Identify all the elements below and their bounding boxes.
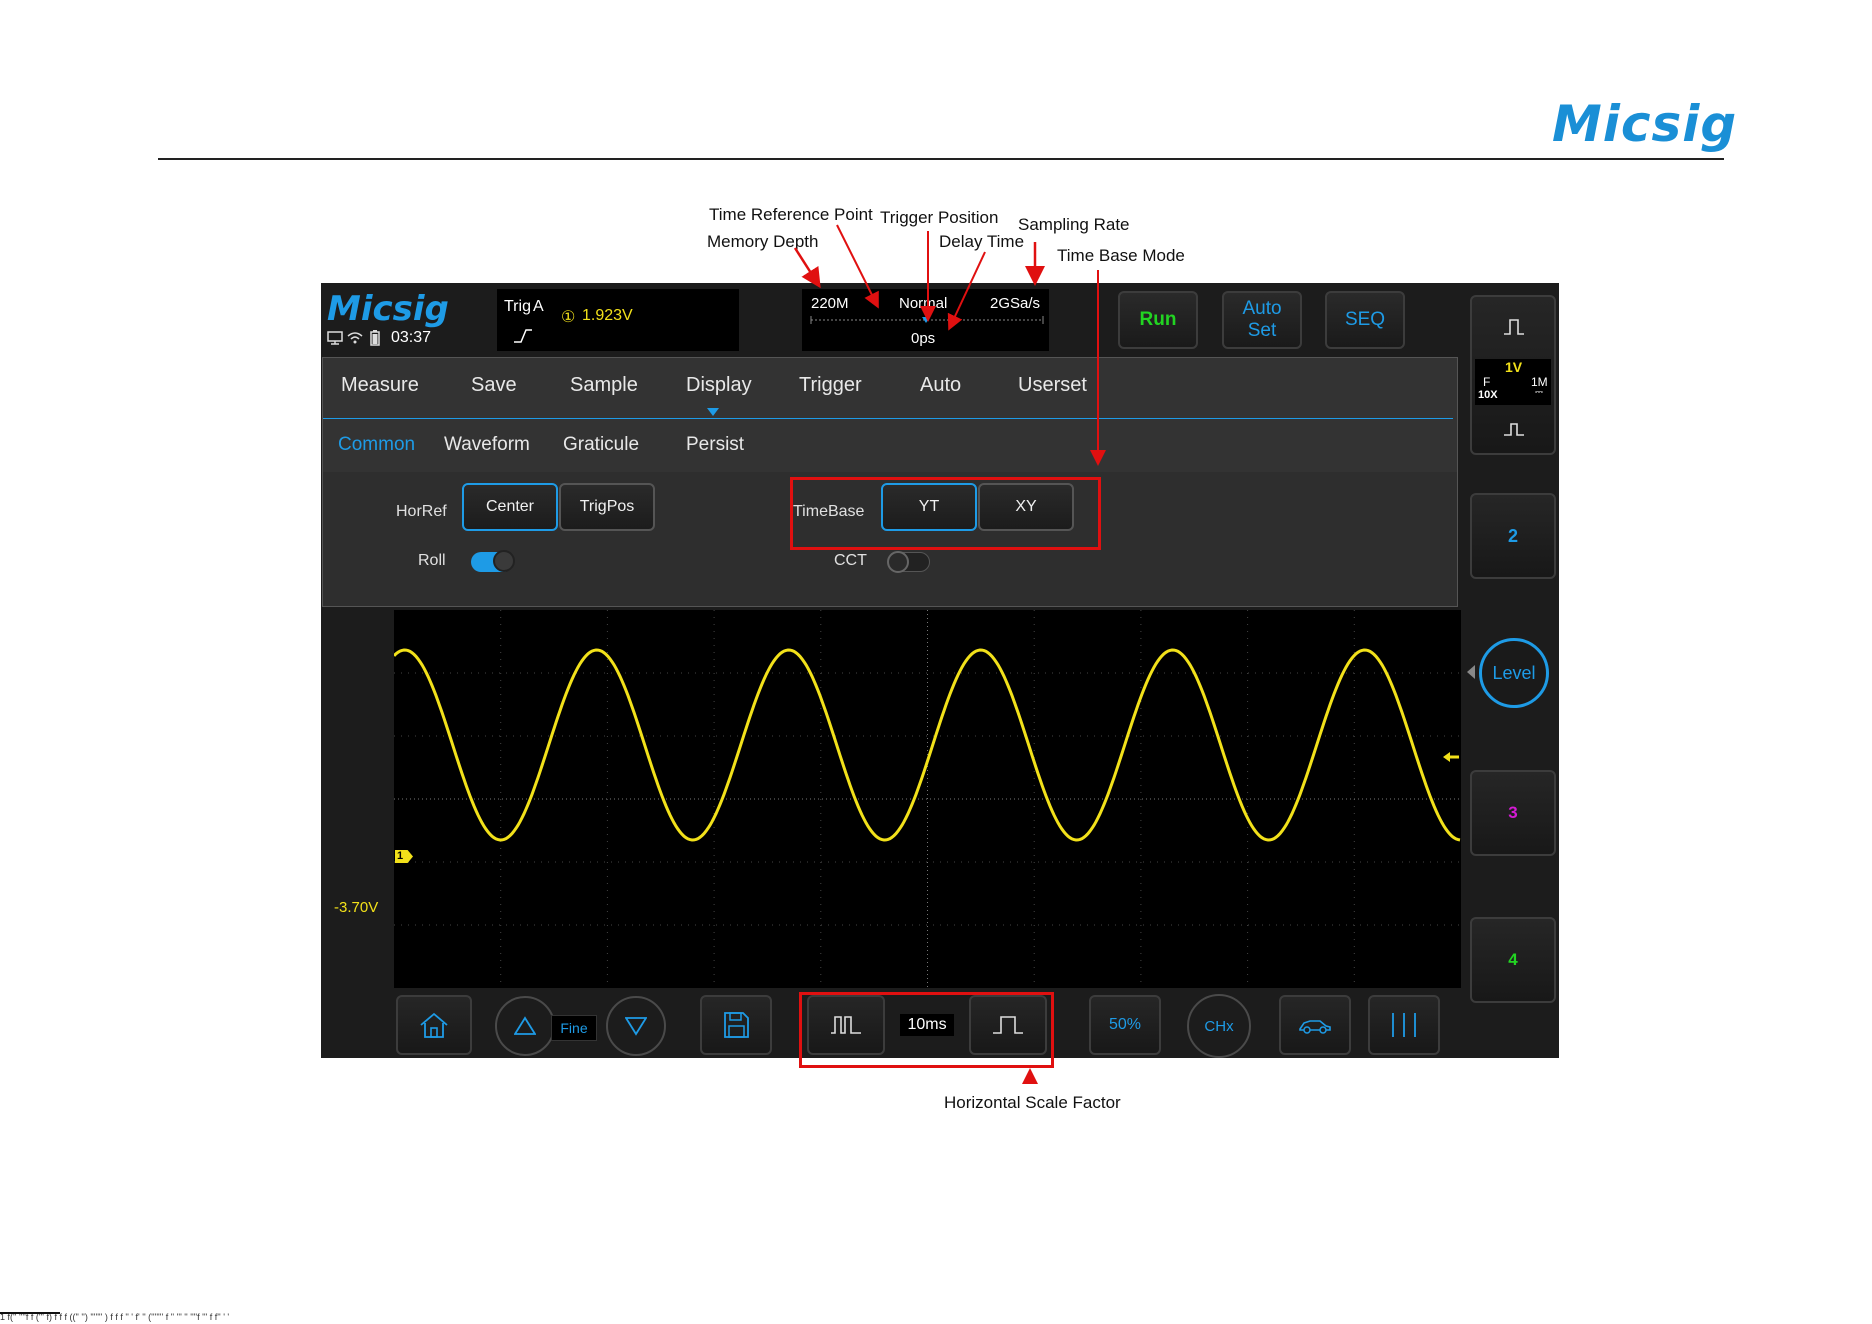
annotation-arrows xyxy=(793,224,1106,1084)
footer-rule xyxy=(0,1312,60,1314)
page-footer-fragment: 1 f('' ''''f f (''' f) f f f (('' '') ''… xyxy=(0,1312,230,1322)
